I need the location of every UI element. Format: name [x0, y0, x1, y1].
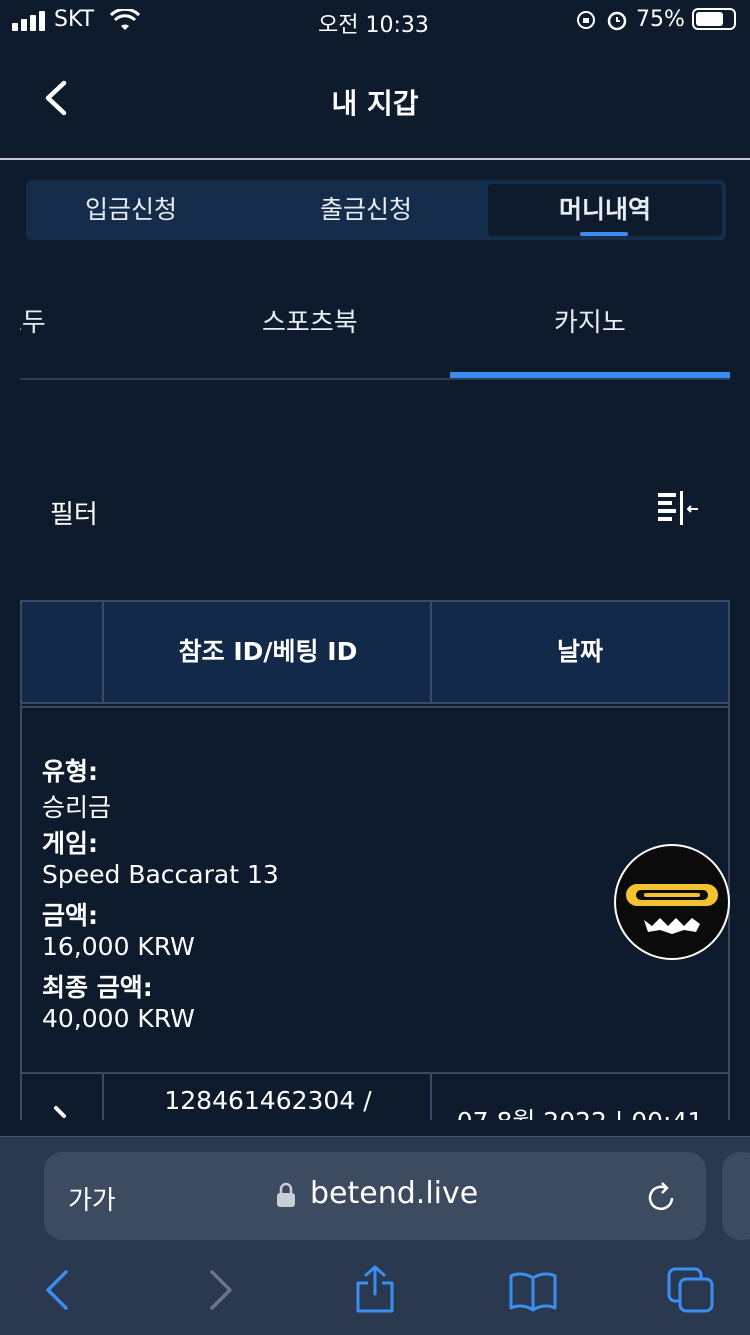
carrier-label: SKT: [54, 7, 95, 32]
tab-money-history[interactable]: 머니내역: [488, 184, 722, 236]
filter-collapse-icon[interactable]: [656, 490, 700, 528]
type-value: 승리금: [42, 793, 112, 822]
next-tab-peek[interactable]: [722, 1152, 750, 1240]
amount-value: 16,000 KRW: [42, 932, 195, 961]
amount-label: 금액:: [42, 901, 98, 930]
wifi-icon: [110, 9, 140, 30]
category-all[interactable]: 모두: [20, 302, 46, 339]
orientation-lock-icon: [577, 11, 595, 29]
column-header-expand: [22, 602, 102, 702]
column-header-date: 날짜: [556, 637, 603, 666]
tabs-icon[interactable]: [666, 1266, 716, 1314]
category-casino[interactable]: 카지노: [554, 302, 626, 339]
lock-icon: [277, 1182, 295, 1207]
text-size-button[interactable]: 가가: [68, 1180, 116, 1217]
mascot-icon: [626, 884, 718, 934]
game-value: Speed Baccarat 13: [42, 860, 279, 889]
clock: 오전 10:33: [318, 13, 429, 38]
category-active-indicator: [450, 372, 730, 378]
tab-withdraw[interactable]: 출금신청: [261, 180, 471, 240]
active-tab-indicator: [580, 232, 628, 236]
status-bar: SKT 오전 10:33 75%: [0, 0, 750, 40]
column-header-reference-id: 참조 ID/베팅 ID: [178, 637, 358, 666]
reload-icon[interactable]: [646, 1180, 678, 1214]
alarm-icon: [607, 11, 627, 31]
bookmarks-icon[interactable]: [508, 1270, 558, 1312]
app-header: 내 지갑: [0, 40, 750, 160]
battery-icon: [692, 8, 736, 30]
browser-back-icon[interactable]: [44, 1270, 72, 1310]
category-sportsbook[interactable]: 스포츠북: [262, 302, 358, 339]
page-title: 내 지갑: [331, 87, 419, 120]
row-reference-id: 128461462304 /: [164, 1086, 372, 1115]
signal-icon: [12, 11, 45, 31]
game-label: 게임:: [42, 829, 98, 858]
wallet-tabs: 입금신청 출금신청 머니내역: [26, 180, 726, 240]
category-divider: [20, 378, 730, 380]
battery-level: [696, 12, 723, 26]
battery-percent: 75%: [636, 7, 685, 32]
category-all-clip: 모두: [20, 290, 80, 350]
final-amount-label: 최종 금액:: [42, 973, 153, 1002]
table-header: 참조 ID/베팅 ID 날짜: [22, 602, 728, 704]
tab-deposit[interactable]: 입금신청: [26, 180, 236, 240]
final-amount-value: 40,000 KRW: [42, 1004, 195, 1033]
share-icon[interactable]: [354, 1264, 396, 1314]
address-bar[interactable]: 가가 betend.live: [44, 1152, 706, 1240]
browser-forward-icon[interactable]: [206, 1270, 234, 1310]
chevron-right-icon[interactable]: [50, 1102, 70, 1120]
row-date: 07 8월 2022 | 00:41: [432, 1102, 728, 1120]
type-label: 유형:: [42, 757, 98, 786]
url-text[interactable]: betend.live: [310, 1176, 478, 1211]
floating-chat-button[interactable]: [614, 844, 730, 960]
filter-label[interactable]: 필터: [50, 494, 98, 531]
